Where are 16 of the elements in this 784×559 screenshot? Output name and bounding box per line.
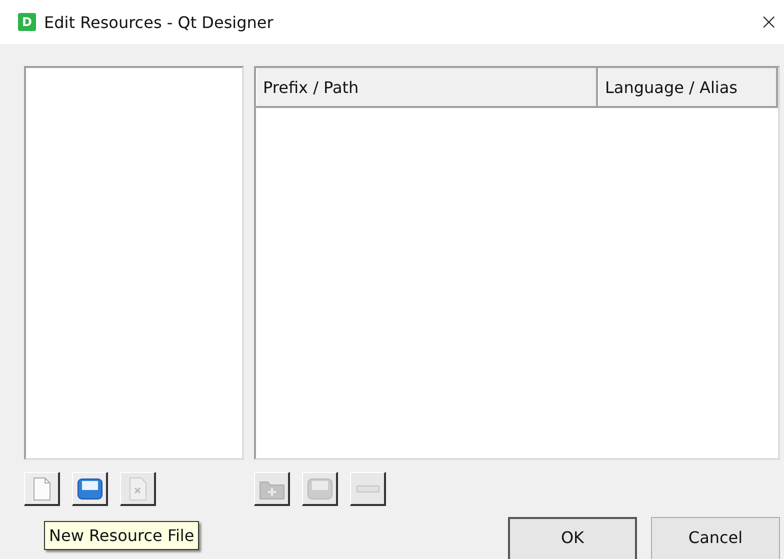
dialog-button[interactable]: Cancel xyxy=(651,517,780,559)
tool-button[interactable] xyxy=(72,472,108,506)
column-header[interactable]: Language / Alias xyxy=(598,68,778,106)
close-button[interactable]: × xyxy=(760,10,778,34)
window-title: Edit Resources - Qt Designer xyxy=(44,12,274,32)
column-header[interactable]: Prefix / Path xyxy=(256,68,598,106)
app-icon: D xyxy=(18,13,36,31)
tooltip: New Resource File xyxy=(44,521,200,550)
resource-table[interactable]: Prefix / Path Language / Alias xyxy=(254,66,780,460)
save-icon xyxy=(306,478,332,500)
dialog-button[interactable]: OK xyxy=(508,517,637,559)
save-icon xyxy=(76,478,102,500)
tool-button[interactable] xyxy=(24,472,60,506)
minus-icon xyxy=(356,484,380,492)
blank-page-icon xyxy=(32,476,50,500)
page-remove-icon xyxy=(128,476,146,500)
